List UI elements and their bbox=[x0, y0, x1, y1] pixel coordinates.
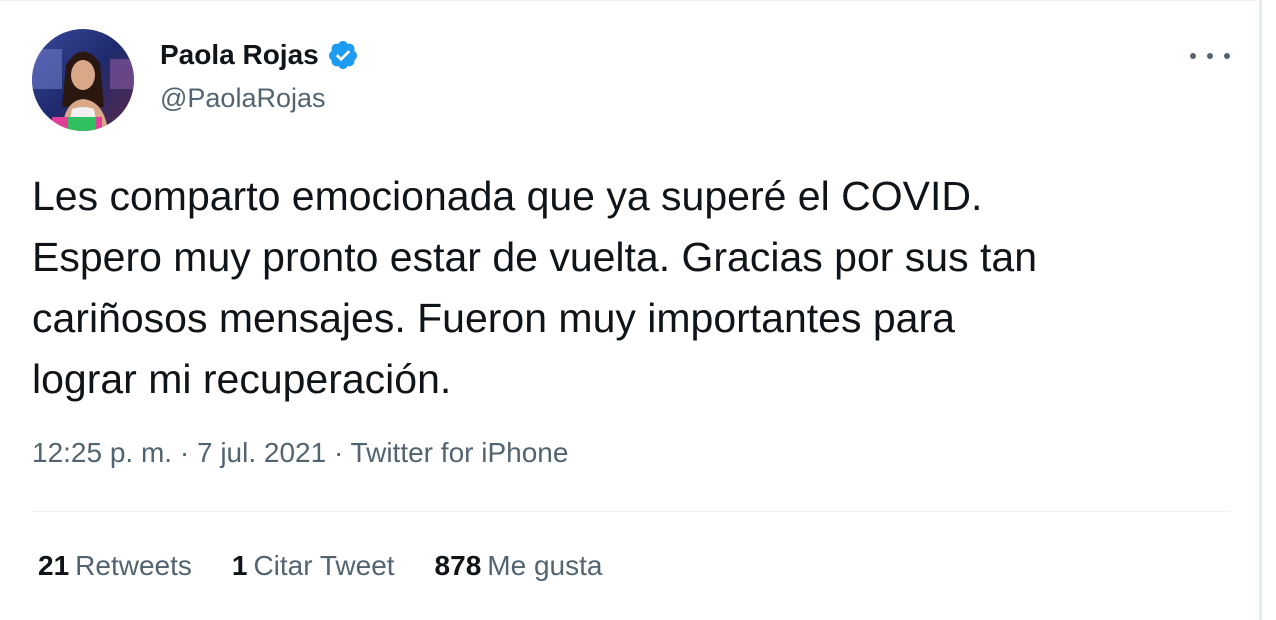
author-name-text[interactable]: Paola Rojas bbox=[160, 39, 319, 71]
more-dot bbox=[1190, 53, 1196, 59]
retweets-count: 21 bbox=[38, 550, 70, 581]
author-name[interactable]: Paola Rojas bbox=[160, 39, 359, 71]
likes-label: Me gusta bbox=[487, 550, 603, 581]
retweets-stat[interactable]: 21 Retweets bbox=[38, 550, 192, 582]
tweet-text-line: Espero muy pronto estar de vuelta. Graci… bbox=[32, 234, 1038, 280]
more-options-icon[interactable] bbox=[1190, 53, 1230, 65]
tweet-text: Les comparto emocionada que ya superé el… bbox=[32, 166, 1232, 410]
quotes-count: 1 bbox=[231, 550, 248, 581]
tweet-text-line: Les comparto emocionada que ya superé el… bbox=[32, 173, 983, 219]
tweet-timestamp-source[interactable]: 12:25 p. m. · 7 jul. 2021 · Twitter for … bbox=[32, 437, 568, 469]
tweet-card: Paola Rojas @PaolaRojas Les comparto emo… bbox=[0, 0, 1262, 620]
author-handle[interactable]: @PaolaRojas bbox=[160, 83, 326, 114]
tweet-stats: 21 Retweets 1 Citar Tweet 878 Me gusta bbox=[38, 550, 642, 582]
likes-count: 878 bbox=[434, 550, 482, 581]
avatar-image bbox=[32, 29, 134, 131]
more-dot bbox=[1224, 53, 1230, 59]
more-dot bbox=[1207, 53, 1213, 59]
avatar[interactable] bbox=[32, 29, 134, 131]
quotes-label: Citar Tweet bbox=[253, 550, 395, 581]
tweet-text-line: cariñosos mensajes. Fueron muy important… bbox=[32, 295, 955, 341]
likes-stat[interactable]: 878 Me gusta bbox=[435, 550, 603, 582]
retweets-label: Retweets bbox=[75, 550, 192, 581]
divider bbox=[32, 511, 1230, 512]
verified-badge-icon bbox=[327, 39, 359, 71]
quotes-stat[interactable]: 1 Citar Tweet bbox=[232, 550, 395, 582]
tweet-text-line: lograr mi recuperación. bbox=[32, 356, 452, 402]
